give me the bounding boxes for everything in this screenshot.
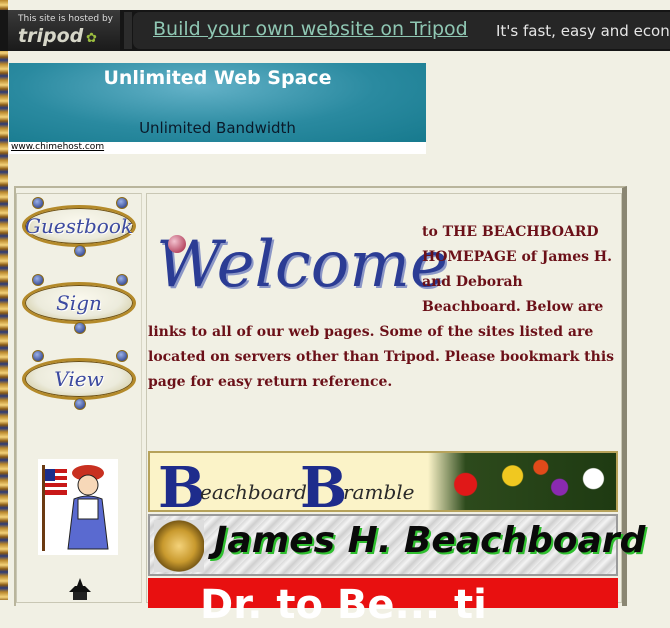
- tripod-logo[interactable]: This site is hosted by tripod ✿: [8, 10, 120, 51]
- build-website-link[interactable]: Build your own website on Tripod: [153, 18, 468, 40]
- marine-emblem-icon: [154, 520, 204, 572]
- tripod-hosting-bar: This site is hosted by tripod ✿ Build yo…: [0, 10, 670, 51]
- gem-icon: [74, 245, 86, 257]
- ad-subtitle: Unlimited Bandwidth: [139, 119, 296, 137]
- intro-paragraph: to THE BEACHBOARD HOMEPAGE of James H. a…: [148, 220, 618, 395]
- view-label: View: [54, 367, 104, 391]
- flowers-image: [428, 453, 616, 510]
- lamp-image: [63, 578, 97, 600]
- left-rope-border: [0, 0, 8, 600]
- sign-guestbook-button[interactable]: Sign: [20, 274, 138, 334]
- gem-icon: [32, 197, 44, 209]
- gem-icon: [32, 274, 44, 286]
- bramble-word-2: ramble: [343, 480, 415, 504]
- gem-icon: [32, 350, 44, 362]
- ad-link[interactable]: www.chimehost.com: [11, 142, 104, 152]
- tripod-logo-text: tripod: [18, 25, 84, 47]
- tripod-tagline: It's fast, easy and econom: [496, 22, 670, 40]
- hosted-by-text: This site is hosted by: [18, 14, 113, 24]
- bramble-initial-b2: B: [300, 455, 348, 521]
- red-banner-text: Dr. to Be... ti: [200, 582, 487, 628]
- ad-title: Unlimited Web Space: [103, 67, 332, 89]
- welcome-spacer: [148, 220, 422, 320]
- sign-label: Sign: [56, 291, 102, 315]
- bar-divider: [124, 12, 132, 49]
- gem-icon: [116, 197, 128, 209]
- gem-icon: [74, 322, 86, 334]
- james-banner-text: James H. Beachboard: [214, 520, 646, 561]
- guestbook-label: Guestbook: [25, 214, 133, 238]
- flag-girl-image: [38, 459, 118, 555]
- gem-icon: [74, 398, 86, 410]
- james-beachboard-banner[interactable]: James H. Beachboard: [148, 514, 645, 576]
- ad-link-bar: www.chimehost.com: [9, 142, 426, 154]
- leaf-icon: ✿: [86, 31, 97, 46]
- gem-icon: [116, 350, 128, 362]
- ad-banner[interactable]: Unlimited Web Space Unlimited Bandwidth: [9, 63, 426, 142]
- gem-icon: [116, 274, 128, 286]
- bramble-word-1: eachboard: [200, 480, 307, 504]
- beachboard-bramble-banner[interactable]: B eachboard B ramble: [148, 451, 618, 521]
- bramble-initial-b: B: [158, 455, 206, 521]
- red-link-banner[interactable]: Dr. to Be... ti: [148, 578, 618, 628]
- guestbook-button[interactable]: Guestbook: [20, 197, 138, 257]
- view-guestbook-button[interactable]: View: [20, 350, 138, 410]
